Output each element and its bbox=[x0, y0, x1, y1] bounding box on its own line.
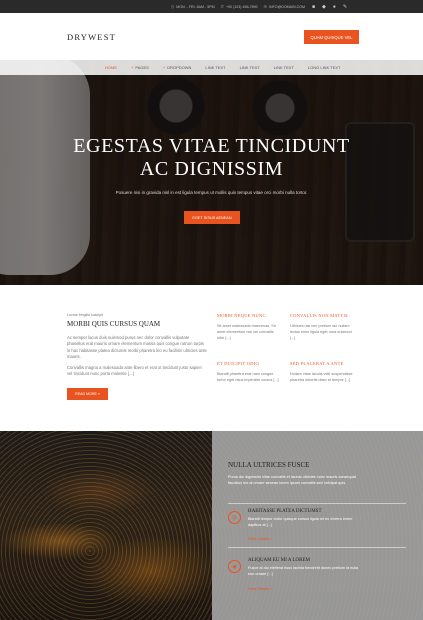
hours-text: MON. - FRI. 8AM - 5PM bbox=[176, 4, 215, 9]
nav-label: DROPDOWN bbox=[167, 65, 192, 70]
read-more-button[interactable]: READ MORE » bbox=[67, 388, 108, 400]
hero-section: HOME + PAGES + DROPDOWN LINK TEXT LINK TEX… bbox=[0, 60, 423, 285]
hours-info: ◷ MON. - FRI. 8AM - 5PM bbox=[171, 4, 215, 9]
feature-item: SED PLACERAT A ANTE Nullam vitae iaculis… bbox=[290, 361, 354, 384]
feature-title[interactable]: CONVALLIS NON MATTIS bbox=[290, 313, 354, 318]
divider bbox=[228, 547, 406, 548]
pinterest-icon[interactable]: ● bbox=[333, 4, 336, 10]
twitter-icon[interactable]: ◆ bbox=[322, 4, 326, 10]
site-header: DRYWEST QUAM QUISQUE VEL bbox=[0, 13, 423, 60]
top-bar: ◷ MON. - FRI. 8AM - 5PM ✆ +00 (123) 456-… bbox=[0, 0, 423, 13]
site-logo[interactable]: DRYWEST bbox=[67, 32, 116, 42]
view-details-link[interactable]: View Details » bbox=[248, 587, 272, 591]
nav-item-home[interactable]: HOME bbox=[98, 60, 124, 75]
nav-item-dropdown[interactable]: + DROPDOWN bbox=[156, 60, 199, 75]
eye-icon: ◉ bbox=[228, 560, 241, 573]
service-title[interactable]: ALIQUAM EU MI A LOREM bbox=[248, 558, 310, 563]
facebook-icon[interactable]: ■ bbox=[312, 4, 315, 10]
nav-item-pages[interactable]: + PAGES bbox=[124, 60, 156, 75]
feature-item: MORBI NEQUE NUNC Sit amet malesuada maec… bbox=[217, 313, 281, 341]
dropdown-indicator-icon: + bbox=[162, 65, 166, 70]
email-info[interactable]: ✉ INFO@DOMAIN.COM bbox=[264, 4, 305, 9]
nav-item-link-3[interactable]: LINK TEXT bbox=[267, 60, 301, 75]
hero-subtitle: Posuere nisi in gravida nisl in est ligu… bbox=[115, 190, 308, 195]
feature-item: CONVALLIS NON MATTIS Ultricies nisi nec … bbox=[290, 313, 354, 341]
social-links: ■ ◆ ● ✎ bbox=[312, 0, 347, 13]
hero-button[interactable]: EGET SISUS AENEAN bbox=[184, 211, 240, 224]
dropdown-indicator-icon: + bbox=[131, 65, 134, 70]
service-title[interactable]: HABITASSE PLATEA DICTUMST bbox=[248, 509, 322, 514]
feature-title[interactable]: ET DUICIPIT ODIO bbox=[217, 361, 281, 366]
edit-icon[interactable]: ✎ bbox=[343, 4, 347, 10]
main-navigation: HOME + PAGES + DROPDOWN LINK TEXT LINK TEX… bbox=[0, 60, 423, 75]
divider bbox=[228, 503, 406, 504]
tools-icon: ⊡ bbox=[228, 511, 241, 524]
nav-label: PAGES bbox=[135, 65, 149, 70]
view-details-link[interactable]: View Details » bbox=[248, 537, 272, 541]
feature-item: ET DUICIPIT ODIO Blandit pharetra erat n… bbox=[217, 361, 281, 384]
phone-icon: ✆ bbox=[220, 4, 224, 9]
header-cta-button[interactable]: QUAM QUISQUE VEL bbox=[304, 30, 359, 44]
intro-paragraph-1: Ac semper lacus duis euismod purus nec d… bbox=[67, 335, 207, 360]
services-panel: NULLA ULTRICES FUSCE Purus dui dignissim… bbox=[212, 431, 423, 620]
service-desc: Blandit tempor tortor quisque cursus lig… bbox=[248, 517, 353, 527]
services-title: NULLA ULTRICES FUSCE bbox=[228, 461, 310, 469]
intro-title: MORBI QUIS CURSUS QUAM bbox=[67, 320, 161, 328]
intro-kicker: Luctus fringilla suscipit bbox=[67, 313, 103, 317]
nav-item-link-1[interactable]: LINK TEXT bbox=[198, 60, 232, 75]
nav-item-long-link[interactable]: LONG LINK TEXT bbox=[301, 60, 348, 75]
services-description: Purus dui dignissim vitae convallis et l… bbox=[228, 475, 356, 485]
intro-paragraph-2: Convallis magna a malesuada ante libero … bbox=[67, 365, 202, 377]
nav-label: LONG LINK TEXT bbox=[307, 65, 341, 70]
mail-icon: ✉ bbox=[263, 4, 267, 9]
hero-title: EGESTAS VITAE TINCIDUNT AC DIGNISSIM bbox=[0, 135, 423, 181]
feature-desc: Ultricies nisi nec pretium dui nullam le… bbox=[290, 324, 352, 340]
feature-desc: Sit amet malesuada maecenas. Sit amet el… bbox=[217, 324, 276, 340]
clock-icon: ◷ bbox=[170, 4, 175, 9]
feature-title[interactable]: SED PLACERAT A ANTE bbox=[290, 361, 354, 366]
feature-desc: Blandit pharetra erat nam congue tortor … bbox=[217, 372, 279, 382]
hero-title-line-2: AC DIGNISSIM bbox=[139, 158, 284, 180]
phone-info[interactable]: ✆ +00 (123) 456-7890 bbox=[221, 4, 258, 9]
nav-label: HOME bbox=[105, 65, 117, 70]
nav-label: LINK TEXT bbox=[205, 65, 226, 70]
intro-section: Luctus fringilla suscipit MORBI QUIS CUR… bbox=[0, 285, 423, 431]
email-text[interactable]: INFO@DOMAIN.COM bbox=[269, 5, 305, 9]
feature-title[interactable]: MORBI NEQUE NUNC bbox=[217, 313, 281, 318]
nav-label: LINK TEXT bbox=[273, 65, 294, 70]
feature-desc: Nullam vitae iaculis velit suspendisse p… bbox=[290, 372, 353, 382]
services-section: NULLA ULTRICES FUSCE Purus dui dignissim… bbox=[0, 431, 423, 620]
nav-item-link-2[interactable]: LINK TEXT bbox=[233, 60, 267, 75]
hero-title-line-1: EGESTAS VITAE TINCIDUNT bbox=[73, 135, 350, 157]
service-desc: Fusce at dui eleifend risus lacinia hend… bbox=[248, 566, 359, 576]
nav-label: LINK TEXT bbox=[239, 65, 260, 70]
phone-text[interactable]: +00 (123) 456-7890 bbox=[226, 5, 258, 9]
